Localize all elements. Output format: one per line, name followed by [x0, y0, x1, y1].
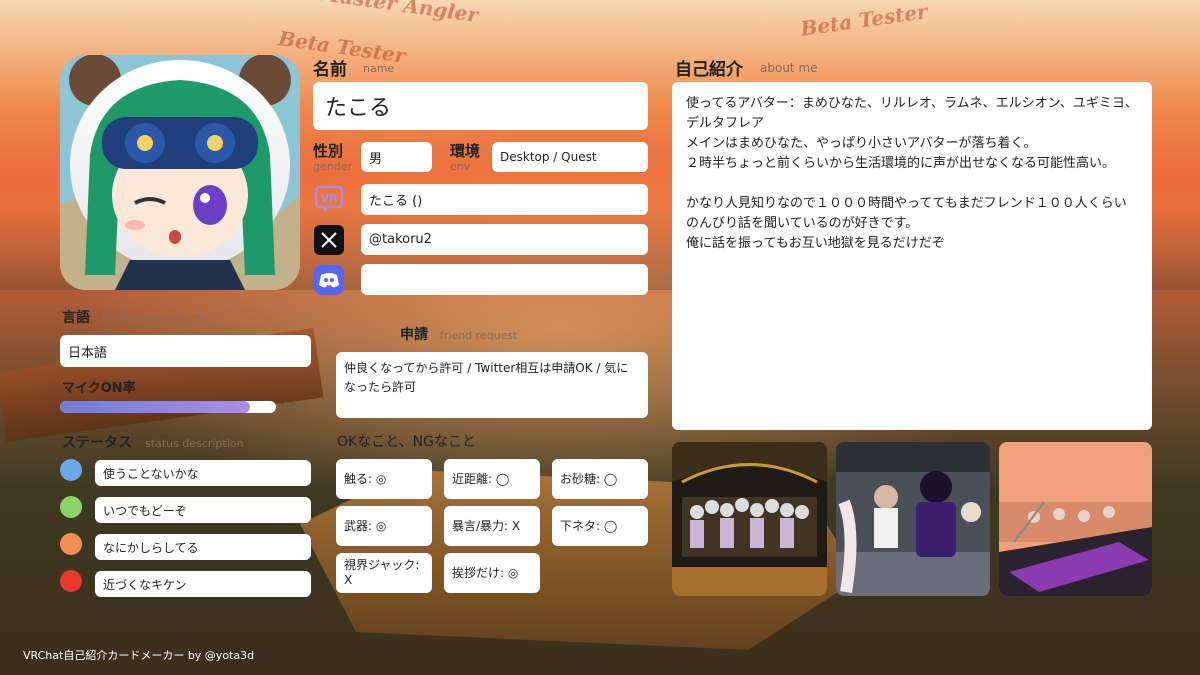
- status-text-blue: 使うことないかな: [103, 466, 199, 481]
- friend-request-label-en: friend request: [440, 329, 518, 342]
- credit-text: VRChat自己紹介カードメーカー by @yota3d: [23, 649, 255, 662]
- env-field: Desktop / Quest: [492, 142, 648, 172]
- status-dot-blue: [60, 459, 82, 481]
- avatar-image: [60, 55, 300, 290]
- name-label-en: name: [363, 62, 395, 75]
- status-dot-orange: [60, 533, 82, 555]
- env-label: 環境: [450, 142, 481, 160]
- friend-request-field: 仲良くなってから許可 / Twitter相互は申請OK / 気になったら許可: [336, 352, 648, 418]
- name-field: たこる: [313, 82, 648, 130]
- status-label: ステータス: [62, 435, 132, 451]
- mic-label: マイクON率: [62, 381, 136, 396]
- status-field-red: 近づくなキケン: [95, 571, 311, 597]
- about-line: 使ってるアバター：まめひなた、リルレオ、ラムネ、エルシオン、ユギミヨ、デルタフレ…: [686, 96, 1138, 131]
- status-field-blue: 使うことないかな: [95, 460, 311, 486]
- friend-request-value: 仲良くなってから許可 / Twitter相互は申請OK / 気になったら許可: [344, 361, 629, 394]
- env-label-en: env: [450, 160, 471, 173]
- x-icon: [314, 225, 344, 255]
- gender-value: 男: [369, 151, 383, 167]
- languages-label: 言語: [62, 310, 90, 326]
- x-value: @takoru2: [369, 232, 432, 247]
- status-text-green: いつでもどーぞ: [103, 503, 187, 518]
- gender-label: 性別: [313, 142, 344, 160]
- discord-icon: [314, 265, 344, 295]
- mic-progress-bar: [60, 401, 276, 413]
- ok-ng-label: OKなこと、NGなこと: [337, 434, 476, 450]
- about-line: メインはまめひなた、やっぱり小さいアバターが落ち着く。: [686, 136, 1037, 151]
- name-value: たこる: [325, 96, 392, 121]
- about-line: のんびり話を聞いているのが好きです。: [686, 216, 919, 231]
- badge-master-angler: Master Angler: [317, 0, 480, 28]
- photo-group-3: [999, 442, 1152, 596]
- ok-ng-item: 近距離: ◯: [444, 459, 540, 499]
- ok-ng-item: 下ネタ: ◯: [552, 506, 648, 546]
- vrchat-field: たこる (): [361, 184, 648, 215]
- status-field-green: いつでもどーぞ: [95, 497, 311, 523]
- name-label: 名前: [313, 60, 347, 80]
- discord-field: [361, 264, 648, 295]
- mic-percent: 88%: [282, 400, 307, 413]
- ok-ng-item: 挨拶だけ: ◎: [444, 553, 540, 593]
- vrchat-icon-label: VR: [321, 192, 339, 205]
- ok-ng-item: 暴言/暴力: X: [444, 506, 540, 546]
- gender-label-en: gender: [313, 160, 352, 173]
- photo-group-2: [836, 442, 990, 596]
- status-text-orange: なにかしらしてる: [103, 540, 199, 555]
- about-line: かなり人見知りなので１０００時間やっててもまだフレンド１００人くらい: [686, 196, 1127, 211]
- status-text-red: 近づくなキケン: [103, 577, 187, 592]
- about-label-en: about me: [760, 61, 818, 75]
- languages-field: 日本語: [60, 335, 311, 367]
- ok-ng-item: お砂糖: ◯: [552, 459, 648, 499]
- status-dot-red: [60, 570, 82, 592]
- about-line: 俺に話を振ってもお互い地獄を見るだけだぞ: [686, 236, 945, 251]
- about-blank-line: [686, 174, 1138, 194]
- ok-ng-item: 武器: ◎: [336, 506, 432, 546]
- avatar-illustration: [60, 55, 300, 290]
- about-me-box: 使ってるアバター：まめひなた、リルレオ、ラムネ、エルシオン、ユギミヨ、デルタフレ…: [672, 82, 1152, 430]
- ok-ng-item: 触る: ◎: [336, 459, 432, 499]
- photo-group-1: [672, 442, 827, 596]
- about-line: ２時半ちょっと前くらいから生活環境的に声が出せなくなる可能性高い。: [686, 156, 1116, 171]
- status-label-en: status description: [145, 437, 244, 450]
- status-field-orange: なにかしらしてる: [95, 534, 311, 560]
- vrchat-icon: VR: [314, 184, 344, 214]
- env-value: Desktop / Quest: [500, 150, 597, 164]
- about-label: 自己紹介: [675, 60, 743, 80]
- badge-beta-tester: Beta Tester: [798, 0, 929, 41]
- vrchat-value: たこる (): [369, 194, 423, 209]
- status-dot-green: [60, 496, 82, 518]
- ok-ng-item: 視界ジャック: X: [336, 553, 432, 593]
- languages-label-en: languages spoken: [102, 311, 202, 324]
- discord-value: [361, 264, 648, 295]
- mic-progress-fill: [60, 401, 251, 413]
- x-field: @takoru2: [361, 224, 648, 255]
- friend-request-label: 申請: [400, 327, 428, 343]
- gender-field: 男: [361, 142, 432, 172]
- languages-value: 日本語: [68, 345, 108, 361]
